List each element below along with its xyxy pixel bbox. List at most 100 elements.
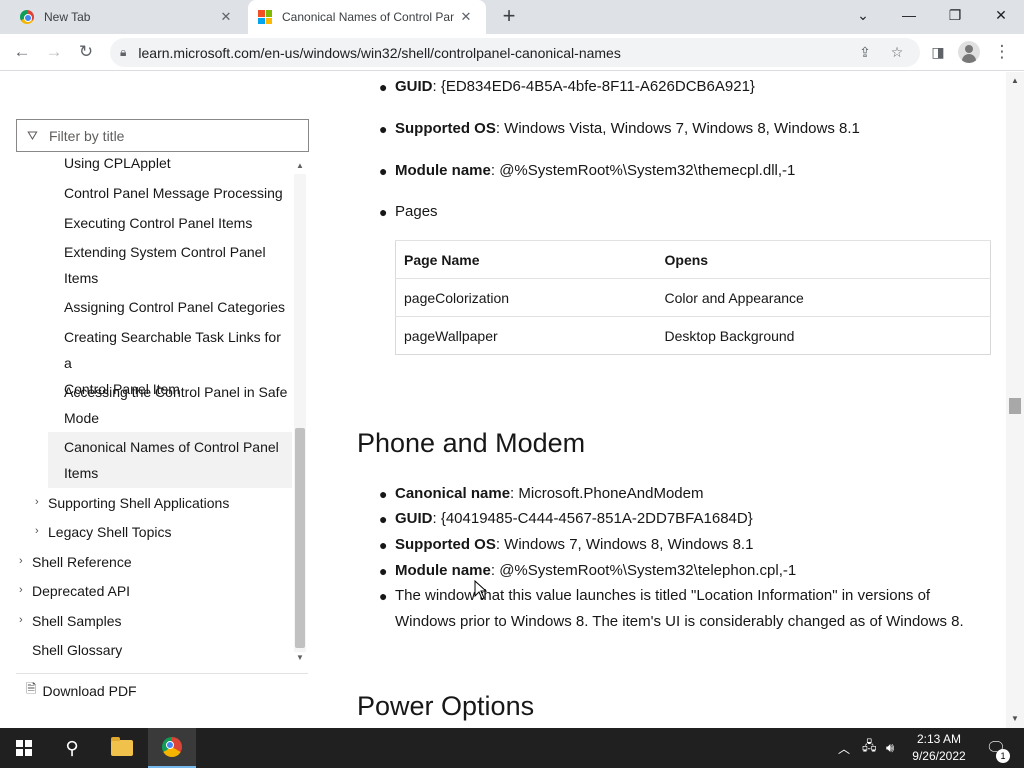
tab-new-tab[interactable]: New Tab ✕ (8, 0, 246, 34)
toc-item[interactable]: Legacy Shell Topics (48, 519, 171, 545)
toc-item[interactable]: Using CPLApplet (64, 154, 171, 176)
chrome-icon (20, 10, 34, 24)
chevron-right-icon[interactable]: › (19, 584, 23, 596)
toc-scrollbar[interactable]: ▲ ▼ (294, 160, 306, 668)
table-of-contents: ⛛ Using CPLApplet Control Panel Message … (0, 72, 322, 728)
table-header: Opens (656, 240, 991, 279)
bullet: ● (379, 563, 388, 579)
bullet: ● (379, 79, 388, 95)
bullet: ● (379, 537, 388, 553)
restore-button[interactable]: ❐ (932, 0, 978, 30)
toc-item[interactable]: Deprecated API (32, 578, 130, 604)
tab-title: New Tab (44, 10, 91, 24)
chevron-right-icon[interactable]: › (35, 525, 39, 537)
file-explorer-button[interactable] (98, 728, 146, 768)
guid-line: GUID: {40419485-C444-4567-851A-2DD7BFA16… (395, 510, 753, 527)
toc-item[interactable]: Control Panel Message Processing (64, 180, 283, 206)
chevron-right-icon[interactable]: › (35, 496, 39, 508)
phone-modem-heading: Phone and Modem (357, 428, 586, 458)
canonical-line: Canonical name: Microsoft.PhoneAndModem (395, 485, 704, 502)
toc-item[interactable]: Executing Control Panel Items (64, 210, 252, 236)
toc-item[interactable]: Shell Samples (32, 608, 122, 634)
download-pdf-link[interactable]: 🗎︎ Download PDF (16, 673, 308, 707)
start-button[interactable] (0, 728, 48, 768)
bookmark-star-icon[interactable]: ☆ (888, 43, 906, 61)
share-icon[interactable]: ⇪ (856, 43, 874, 61)
close-window-button[interactable]: ✕ (978, 0, 1024, 30)
forward-icon[interactable]: → (42, 40, 66, 64)
article-content: ● GUID: {ED834ED6-4B5A-4bfe-8F11-A626DCB… (322, 72, 1006, 728)
notification-badge: 1 (996, 749, 1010, 763)
bullet: ● (379, 588, 388, 604)
tab-canonical-names[interactable]: Canonical Names of Control Panel Items ✕ (248, 0, 486, 34)
toc-item[interactable]: Shell Reference (32, 549, 132, 575)
toc-list: Using CPLApplet Control Panel Message Pr… (0, 154, 292, 744)
scroll-thumb[interactable] (295, 428, 305, 648)
toc-item[interactable]: Shell Glossary (32, 637, 122, 663)
menu-icon[interactable]: ⋮ (990, 40, 1014, 64)
mouse-cursor-icon (474, 580, 488, 600)
page-scrollbar[interactable]: ▲ ▼ (1006, 72, 1024, 728)
tab-title: Canonical Names of Control Panel Items (282, 10, 454, 24)
table-cell: pageWallpaper (395, 316, 657, 355)
show-hidden-icons[interactable]: ︿ (838, 728, 850, 768)
new-tab-button[interactable]: + (498, 5, 520, 28)
folder-icon (111, 737, 133, 756)
toc-item[interactable]: Supporting Shell Applications (48, 490, 229, 516)
back-icon[interactable]: ← (10, 40, 34, 64)
table-header-row: Page Name Opens (395, 240, 991, 279)
close-tab-icon[interactable]: ✕ (458, 9, 474, 25)
table-cell: Desktop Background (656, 316, 991, 355)
tab-strip: New Tab ✕ Canonical Names of Control Pan… (0, 0, 1024, 34)
scroll-up-icon[interactable]: ▲ (1010, 76, 1020, 86)
minimize-button[interactable]: — (886, 0, 932, 30)
os-line: Supported OS: Windows Vista, Windows 7, … (395, 120, 860, 137)
search-icon[interactable]: ⚲ (48, 728, 96, 768)
close-tab-icon[interactable]: ✕ (218, 9, 234, 25)
side-panel-icon[interactable]: ◨ (926, 40, 950, 64)
table-cell: pageColorization (395, 278, 657, 317)
toc-item[interactable]: Accessing the Control Panel in Safe Mode (64, 379, 287, 431)
pages-label: Pages (395, 203, 438, 220)
url-text: learn.microsoft.com/en-us/windows/win32/… (138, 44, 621, 61)
address-bar[interactable]: 🔒︎ learn.microsoft.com/en-us/windows/win… (110, 38, 920, 67)
reload-icon[interactable]: ↻ (74, 40, 98, 64)
scroll-down-icon[interactable]: ▼ (1010, 714, 1020, 724)
microsoft-icon (258, 10, 272, 24)
table-cell: Color and Appearance (656, 278, 991, 317)
scroll-thumb[interactable] (1009, 398, 1021, 414)
clock-date: 9/26/2022 (912, 749, 966, 763)
filter-box[interactable]: ⛛ (16, 119, 309, 152)
os-line: Supported OS: Windows 7, Windows 8, Wind… (395, 536, 754, 553)
clock[interactable]: 2:13 AM 9/26/2022 (906, 731, 972, 765)
profile-avatar[interactable] (958, 41, 980, 63)
filter-icon: ⛛ (27, 127, 38, 143)
toc-item[interactable]: Assigning Control Panel Categories (64, 294, 285, 320)
network-icon[interactable]: 🖧︎ (862, 728, 877, 768)
toc-item[interactable]: Extending System Control Panel Items (64, 239, 266, 291)
toc-item-selected[interactable]: Canonical Names of Control Panel Items (48, 432, 292, 488)
document-icon: 🗎︎ (26, 680, 37, 696)
table-row: pageColorization Color and Appearance (395, 278, 991, 317)
power-options-heading: Power Options (357, 691, 535, 721)
bullet: ● (379, 486, 388, 502)
windows-icon (16, 740, 32, 756)
windows-taskbar: ⚲ ︿ 🖧︎ 🔊︎ 2:13 AM 9/26/2022 🗨︎ 1 (0, 728, 1024, 768)
lock-icon: 🔒︎ (120, 45, 127, 59)
table-row: pageWallpaper Desktop Background (395, 316, 991, 355)
chrome-taskbar-button[interactable] (148, 728, 196, 768)
chevron-right-icon[interactable]: › (19, 614, 23, 626)
volume-icon[interactable]: 🔊︎ (886, 728, 894, 768)
scroll-up-icon[interactable]: ▲ (294, 160, 306, 172)
browser-toolbar: ← → ↻ 🔒︎ learn.microsoft.com/en-us/windo… (0, 34, 1024, 71)
bullet: ● (379, 163, 388, 179)
pages-table: Page Name Opens pageColorization Color a… (395, 240, 991, 355)
filter-input[interactable] (49, 127, 289, 144)
scroll-down-icon[interactable]: ▼ (294, 652, 306, 664)
guid-line: GUID: {ED834ED6-4B5A-4bfe-8F11-A626DCB6A… (395, 78, 755, 95)
clock-time: 2:13 AM (916, 732, 962, 746)
chevron-right-icon[interactable]: › (19, 555, 23, 567)
tab-search-icon[interactable]: ⌄ (840, 0, 886, 30)
chrome-icon (162, 737, 182, 757)
bullet: ● (379, 204, 388, 220)
